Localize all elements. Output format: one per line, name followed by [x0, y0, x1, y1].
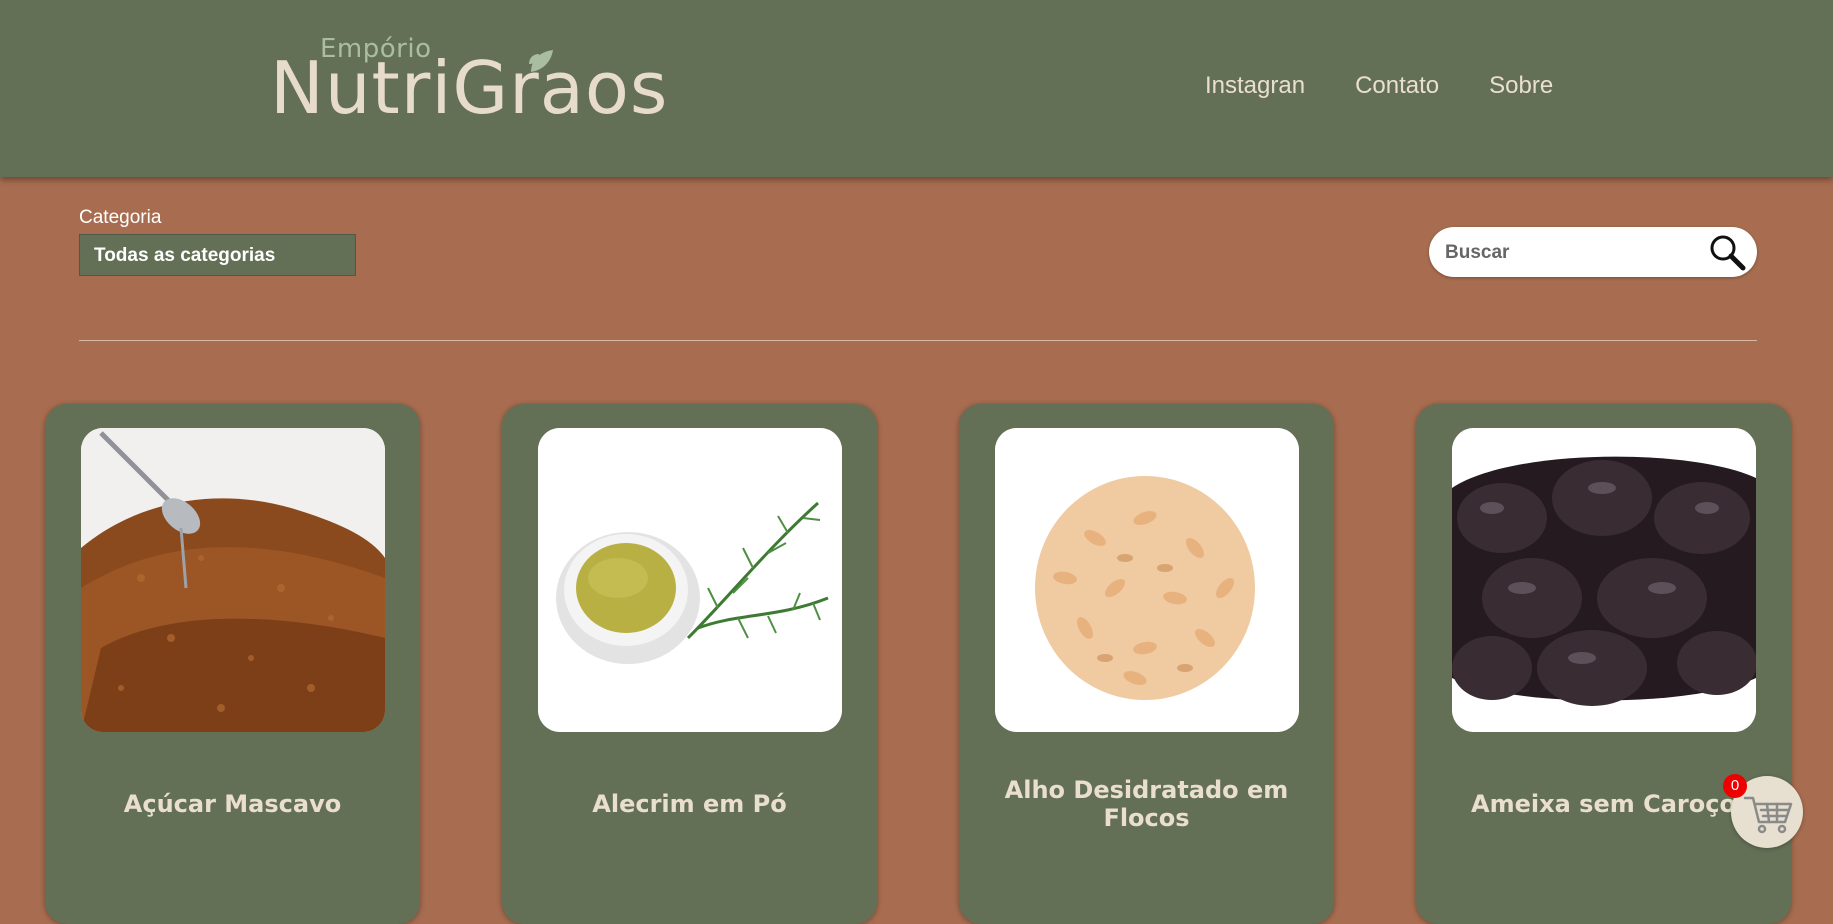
product-image-alecrim[interactable] — [538, 428, 842, 732]
search-icon[interactable] — [1707, 232, 1747, 272]
cart-button[interactable]: 0 — [1723, 774, 1803, 848]
product-card[interactable]: Alho Desidratado em Flocos — [959, 404, 1334, 924]
nav-contact[interactable]: Contato — [1355, 72, 1439, 100]
site-header: Empório NutriGraos Instagran Contato Sob… — [0, 0, 1833, 177]
garlic-flakes-image — [995, 428, 1299, 732]
product-title: Açúcar Mascavo — [123, 790, 342, 818]
divider — [79, 340, 1757, 341]
leaf-icon — [529, 50, 553, 72]
product-card[interactable]: Açúcar Mascavo — [45, 404, 420, 924]
product-card[interactable]: Alecrim em Pó — [502, 404, 877, 924]
category-label: Categoria — [79, 207, 162, 228]
nav-about[interactable]: Sobre — [1489, 72, 1553, 100]
prunes-image — [1452, 428, 1756, 732]
search-input[interactable] — [1443, 239, 1697, 267]
search-box — [1429, 227, 1757, 277]
rosemary-powder-image — [538, 428, 842, 732]
product-image-ameixa[interactable] — [1452, 428, 1756, 732]
product-title: Alho Desidratado em Flocos — [1004, 776, 1289, 832]
main-nav: Instagran Contato Sobre — [1205, 72, 1603, 100]
cart-count-badge: 0 — [1723, 774, 1747, 798]
category-select[interactable]: Todas as categorias — [79, 234, 356, 276]
product-image-acucar[interactable] — [81, 428, 385, 732]
nav-instagram[interactable]: Instagran — [1205, 72, 1305, 100]
brown-sugar-image — [81, 428, 385, 732]
product-image-alho[interactable] — [995, 428, 1299, 732]
product-title: Alecrim em Pó — [592, 790, 787, 818]
logo[interactable]: Empório NutriGraos — [270, 34, 667, 134]
logo-main-text: NutriGraos — [270, 46, 669, 130]
